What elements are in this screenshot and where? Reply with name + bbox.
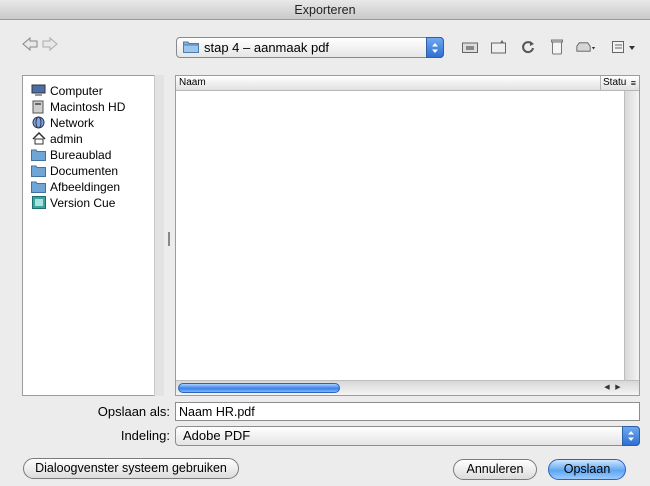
export-dialog: Exporteren stap 4 – aanmaak pdf Computer…: [0, 0, 650, 486]
location-popup[interactable]: stap 4 – aanmaak pdf: [176, 37, 444, 58]
sidebar-item-label: Documenten: [50, 163, 119, 178]
refresh-icon[interactable]: [518, 38, 538, 56]
back-arrow-icon[interactable]: [22, 37, 38, 57]
filename-input[interactable]: [175, 402, 640, 421]
network-icon: [31, 116, 46, 129]
sidebar-item-label: Computer: [50, 83, 103, 98]
sidebar-item-macintosh-hd[interactable]: Macintosh HD: [23, 99, 163, 114]
sidebar-item-documenten[interactable]: Documenten: [23, 163, 163, 178]
folder-icon: [31, 164, 46, 177]
cancel-button[interactable]: Annuleren: [453, 459, 537, 480]
forward-arrow-icon[interactable]: [42, 37, 58, 57]
sidebar-item-admin[interactable]: admin: [23, 131, 163, 146]
save-as-label: Opslaan als:: [97, 404, 170, 419]
list-view-icon[interactable]: [612, 38, 638, 56]
system-dialog-button[interactable]: Dialoogvenster systeem gebruiken: [23, 458, 239, 479]
sidebar-item-label: admin: [50, 131, 83, 146]
toolbar-icons: [460, 38, 596, 56]
file-list[interactable]: Naam Statu ≡ ◀ ▶: [175, 75, 640, 396]
scroll-left-icon[interactable]: ◀: [602, 382, 612, 393]
sidebar-item-bureaublad[interactable]: Bureaublad: [23, 147, 163, 162]
save-button[interactable]: Opslaan: [548, 459, 626, 480]
folder-icon: [183, 40, 199, 56]
drive-icon[interactable]: [576, 38, 596, 56]
sidebar-item-label: Afbeeldingen: [50, 179, 121, 194]
folder-icon: [31, 180, 46, 193]
sidebar-item-afbeeldingen[interactable]: Afbeeldingen: [23, 179, 163, 194]
folder-info-icon[interactable]: [489, 38, 509, 56]
list-header: Naam Statu ≡: [176, 76, 639, 91]
vertical-scrollbar[interactable]: [624, 91, 639, 380]
column-menu-icon[interactable]: ≡: [631, 76, 636, 90]
history-nav: [22, 37, 58, 57]
version-cue-icon: [31, 196, 46, 209]
horizontal-scrollbar[interactable]: ◀ ▶: [176, 380, 639, 395]
trash-icon[interactable]: [547, 38, 567, 56]
split-handle[interactable]: [168, 232, 170, 246]
sidebar-item-label: Network: [50, 115, 95, 130]
sidebar-item-label: Version Cue: [50, 195, 116, 210]
column-name[interactable]: Naam: [179, 77, 206, 88]
format-select[interactable]: Adobe PDF: [175, 426, 640, 446]
folder-icon: [31, 148, 46, 161]
new-folder-icon[interactable]: [460, 38, 480, 56]
popup-arrows-icon: [622, 426, 640, 446]
column-status[interactable]: Statu ≡: [600, 76, 638, 91]
home-icon: [31, 132, 46, 145]
format-label: Indeling:: [120, 428, 170, 443]
harddisk-icon: [31, 100, 46, 113]
format-value: Adobe PDF: [183, 428, 251, 443]
window-title: Exporteren: [0, 0, 650, 20]
sidebar-item-network[interactable]: Network: [23, 115, 163, 130]
location-label: stap 4 – aanmaak pdf: [204, 40, 330, 55]
sidebar-item-version-cue[interactable]: Version Cue: [23, 195, 163, 210]
column-status-label: Statu: [603, 77, 627, 88]
sidebar-item-label: Bureaublad: [50, 147, 112, 162]
sidebar-item-label: Macintosh HD: [50, 99, 126, 114]
scroll-thumb[interactable]: [178, 383, 340, 393]
computer-icon: [31, 84, 46, 97]
scroll-right-icon[interactable]: ▶: [613, 382, 623, 393]
sidebar-scrollbar[interactable]: [154, 75, 164, 396]
sidebar: Computer Macintosh HD Network admin Bure…: [22, 75, 164, 396]
popup-arrows-icon: [426, 37, 444, 58]
sidebar-item-computer[interactable]: Computer: [23, 83, 163, 98]
